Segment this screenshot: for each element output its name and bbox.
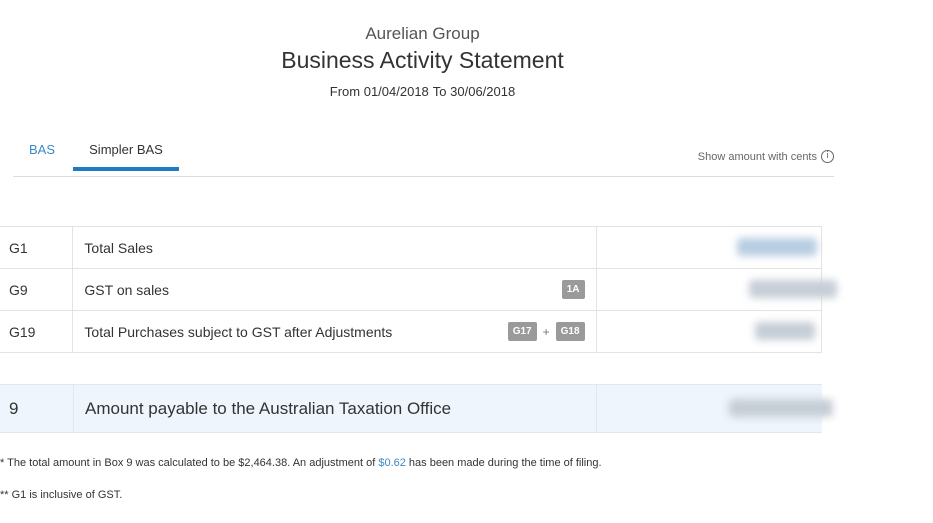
footnote-box9-suffix: has been made during the time of filing.	[405, 457, 602, 469]
tab-bar: BAS Simpler BAS Show amount with cents i	[13, 130, 834, 177]
badge-g17[interactable]: G17	[507, 322, 537, 341]
row-label: GST on sales 1A	[72, 268, 597, 311]
info-icon[interactable]: i	[821, 150, 834, 163]
row-amount	[596, 226, 823, 269]
row-code: G1	[0, 226, 74, 269]
footnote-g1: ** G1 is inclusive of GST.	[0, 489, 123, 501]
table-row: G9 GST on sales 1A	[0, 268, 837, 311]
badge-1a[interactable]: 1A	[561, 280, 585, 299]
tab-bas[interactable]: BAS	[29, 142, 55, 169]
row-code: G9	[0, 268, 74, 311]
period-range: From 01/04/2018 To 30/06/2018	[0, 84, 845, 99]
redacted-amount	[748, 280, 837, 298]
table-row: G1 Total Sales	[0, 226, 823, 269]
row-label-text: GST on sales	[84, 281, 169, 298]
plus-sign: +	[542, 324, 550, 339]
show-cents-label: Show amount with cents	[697, 150, 817, 163]
tab-simpler-bas[interactable]: Simpler BAS	[73, 142, 179, 171]
row-label-text: Total Sales	[84, 239, 153, 256]
show-cents-toggle[interactable]: Show amount with cents i	[698, 150, 834, 163]
total-code: 9	[9, 398, 19, 418]
row-amount	[596, 310, 823, 353]
total-amount	[597, 385, 833, 432]
bas-table: G1 Total Sales G9 GST on sales 1A G19 To…	[0, 226, 837, 353]
row-label: Total Sales	[72, 226, 597, 269]
row-amount	[596, 268, 837, 311]
period-from: From 01/04/2018	[329, 84, 429, 99]
footnote-box9: * The total amount in Box 9 was calculat…	[0, 457, 602, 469]
redacted-amount	[736, 238, 817, 256]
row-code: G19	[0, 310, 74, 353]
redacted-amount	[729, 399, 833, 417]
page-title: Business Activity Statement	[281, 47, 564, 73]
total-label: Amount payable to the Australian Taxatio…	[73, 385, 597, 432]
redacted-amount	[754, 322, 815, 340]
table-row: G19 Total Purchases subject to GST after…	[0, 310, 823, 353]
adjustment-link[interactable]: $0.62	[378, 457, 406, 469]
badge-g18[interactable]: G18	[555, 322, 585, 341]
organisation-name: Aurelian Group	[365, 24, 480, 43]
footnote-box9-prefix: * The total amount in Box 9 was calculat…	[0, 457, 379, 469]
row-label: Total Purchases subject to GST after Adj…	[72, 310, 597, 353]
total-payable-row: 9 Amount payable to the Australian Taxat…	[0, 384, 833, 433]
row-label-text: Total Purchases subject to GST after Adj…	[84, 323, 393, 340]
period-to: To 30/06/2018	[432, 84, 516, 99]
